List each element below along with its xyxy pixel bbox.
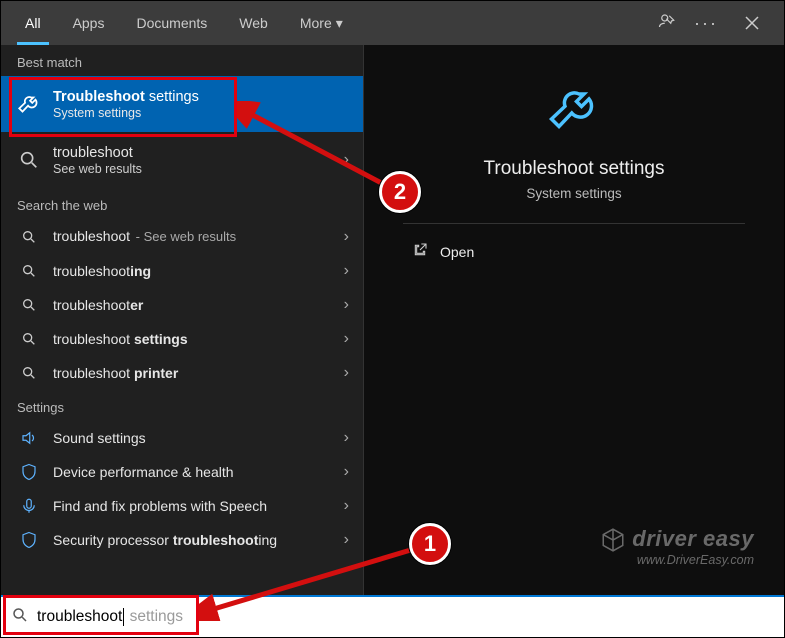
web-item-0[interactable]: troubleshoot - See web results ›: [1, 219, 363, 254]
search-icon: [15, 331, 43, 347]
sound-icon: [15, 429, 43, 447]
settings-item-speech[interactable]: Find and fix problems with Speech ›: [1, 489, 363, 523]
divider: [403, 223, 745, 224]
open-action[interactable]: Open: [412, 242, 474, 261]
search-icon: [15, 149, 43, 171]
wrench-icon: [15, 91, 43, 117]
shield-icon: [15, 531, 43, 549]
feedback-icon[interactable]: [658, 12, 676, 35]
web-result-troubleshoot[interactable]: troubleshoot See web results ›: [1, 132, 363, 188]
chevron-right-icon: ›: [344, 151, 349, 169]
results-panel: Best match Troubleshoot settings System …: [1, 45, 363, 595]
chevron-right-icon: ›: [344, 262, 349, 280]
chevron-right-icon: ›: [344, 330, 349, 348]
chevron-right-icon: ›: [344, 429, 349, 447]
web-item-4[interactable]: troubleshoot printer ›: [1, 356, 363, 390]
web-item-3[interactable]: troubleshoot settings ›: [1, 322, 363, 356]
tab-documents[interactable]: Documents: [120, 1, 223, 45]
chevron-right-icon: ›: [344, 497, 349, 515]
preview-subtitle: System settings: [526, 186, 621, 201]
settings-item-health[interactable]: Device performance & health ›: [1, 455, 363, 489]
web-item-2[interactable]: troubleshooter ›: [1, 288, 363, 322]
wrench-icon: [544, 79, 604, 144]
top-tabs-bar: All Apps Documents Web More▾ ···: [1, 1, 784, 45]
chevron-right-icon: ›: [344, 531, 349, 549]
search-icon: [15, 229, 43, 245]
chevron-right-icon: ›: [344, 228, 349, 246]
preview-panel: Troubleshoot settings System settings Op…: [363, 45, 784, 595]
search-bar: troubleshoot settings: [1, 595, 784, 637]
more-options-icon[interactable]: ···: [694, 13, 718, 34]
watermark: driver easy www.DriverEasy.com: [600, 526, 754, 567]
mic-icon: [15, 497, 43, 515]
best-match-result[interactable]: Troubleshoot settings System settings: [1, 76, 363, 132]
close-button[interactable]: [736, 7, 768, 39]
chevron-down-icon: ▾: [336, 15, 343, 32]
search-web-header: Search the web: [1, 188, 363, 219]
search-input[interactable]: [37, 608, 774, 626]
settings-item-sound[interactable]: Sound settings ›: [1, 421, 363, 455]
search-icon: [15, 365, 43, 381]
tab-list: All Apps Documents Web More▾: [9, 1, 359, 45]
tab-web[interactable]: Web: [223, 1, 284, 45]
cube-icon: [600, 527, 626, 553]
preview-title: Troubleshoot settings: [484, 158, 665, 180]
chevron-right-icon: ›: [344, 463, 349, 481]
open-icon: [412, 242, 428, 261]
chevron-right-icon: ›: [344, 364, 349, 382]
search-icon: [15, 297, 43, 313]
search-icon: [15, 263, 43, 279]
tab-apps[interactable]: Apps: [57, 1, 121, 45]
settings-header: Settings: [1, 390, 363, 421]
tab-more[interactable]: More▾: [284, 1, 359, 45]
search-icon: [11, 606, 29, 629]
tab-all[interactable]: All: [9, 1, 57, 45]
shield-icon: [15, 463, 43, 481]
best-match-header: Best match: [1, 45, 363, 76]
chevron-right-icon: ›: [344, 296, 349, 314]
settings-item-security-processor[interactable]: Security processor troubleshooting ›: [1, 523, 363, 557]
web-item-1[interactable]: troubleshooting ›: [1, 254, 363, 288]
